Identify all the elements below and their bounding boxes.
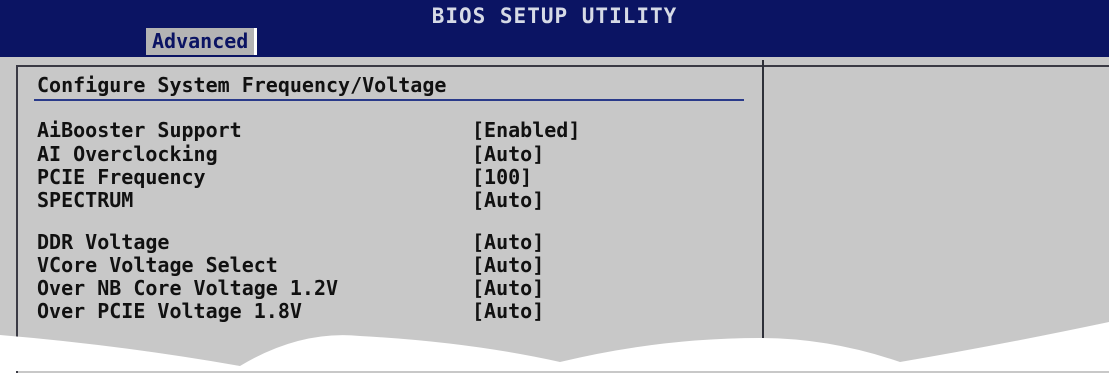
torn-edge-cutout bbox=[0, 322, 1109, 371]
